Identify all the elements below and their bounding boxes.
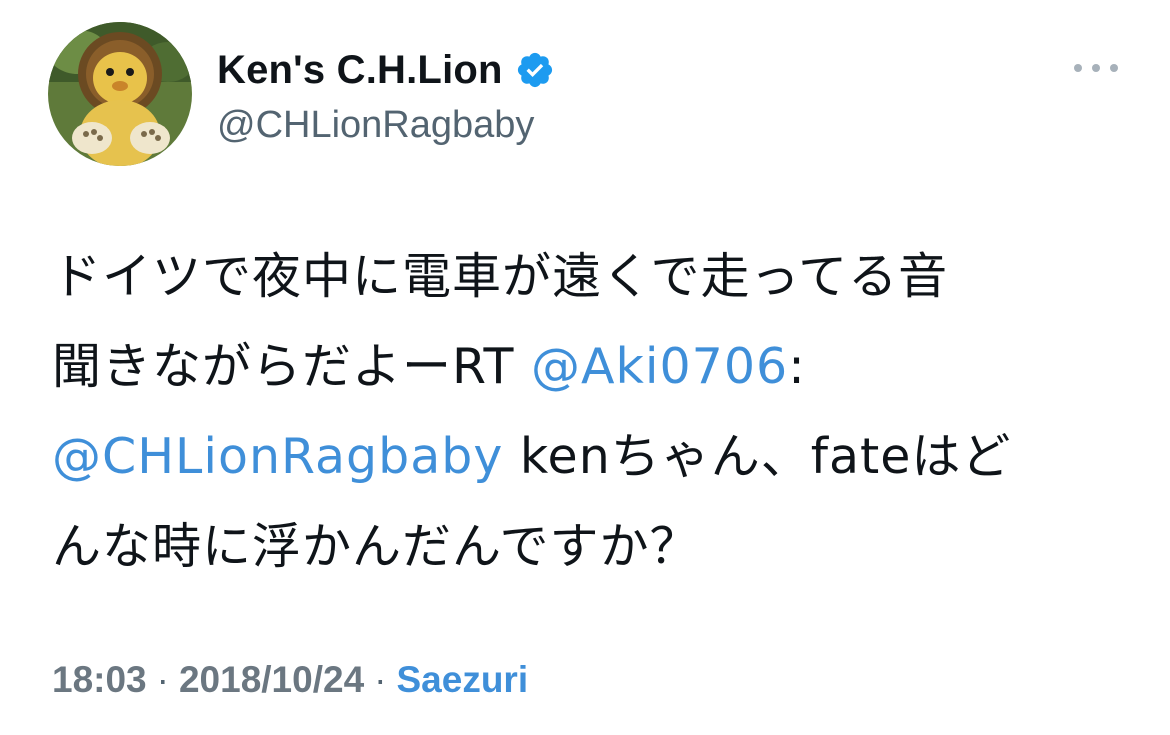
meta-separator: · (156, 659, 169, 700)
name-row: Ken's C.H.Lion (217, 42, 555, 98)
tweet-meta: 18:03 · 2018/10/24 · Saezuri (52, 652, 528, 708)
handle[interactable]: @CHLionRagbaby (217, 100, 555, 150)
mention-link[interactable]: @CHLionRagbaby (52, 428, 503, 485)
tweet-text-segment: kenちゃん、fateはど (503, 428, 1012, 485)
lion-plush-avatar-image (48, 22, 192, 166)
tweet-text-segment: 聞きながらだよーRT (52, 338, 531, 395)
tweet-text-line-2: 聞きながらだよーRT @Aki0706: (52, 322, 1132, 412)
tweet-source-link[interactable]: Saezuri (396, 659, 528, 700)
tweet-text-line-1: ドイツで夜中に電車が遠くで走ってる音 (52, 248, 949, 305)
tweet-text: ドイツで夜中に電車が遠くで走ってる音 聞きながらだよーRT @Aki0706: … (52, 232, 1132, 592)
more-dot (1074, 64, 1082, 72)
author-block[interactable]: Ken's C.H.Lion @CHLionRagbaby (217, 42, 555, 150)
avatar[interactable] (48, 22, 192, 166)
mention-link[interactable]: @Aki0706 (531, 338, 788, 395)
more-dot (1110, 64, 1118, 72)
tweet-text-line-3: @CHLionRagbaby kenちゃん、fateはど (52, 412, 1132, 502)
tweet-time[interactable]: 18:03 (52, 659, 147, 700)
meta-separator: · (374, 659, 387, 700)
more-dot (1092, 64, 1100, 72)
tweet-card: Ken's C.H.Lion @CHLionRagbaby ドイツで夜中に電車が… (0, 0, 1170, 735)
tweet-date[interactable]: 2018/10/24 (179, 659, 364, 700)
more-options-button[interactable] (1074, 58, 1118, 78)
tweet-text-segment: : (788, 338, 806, 395)
tweet-text-line-4: んな時に浮かんだんですか？ (52, 518, 700, 575)
display-name[interactable]: Ken's C.H.Lion (217, 42, 503, 98)
verified-badge-icon (515, 50, 555, 90)
